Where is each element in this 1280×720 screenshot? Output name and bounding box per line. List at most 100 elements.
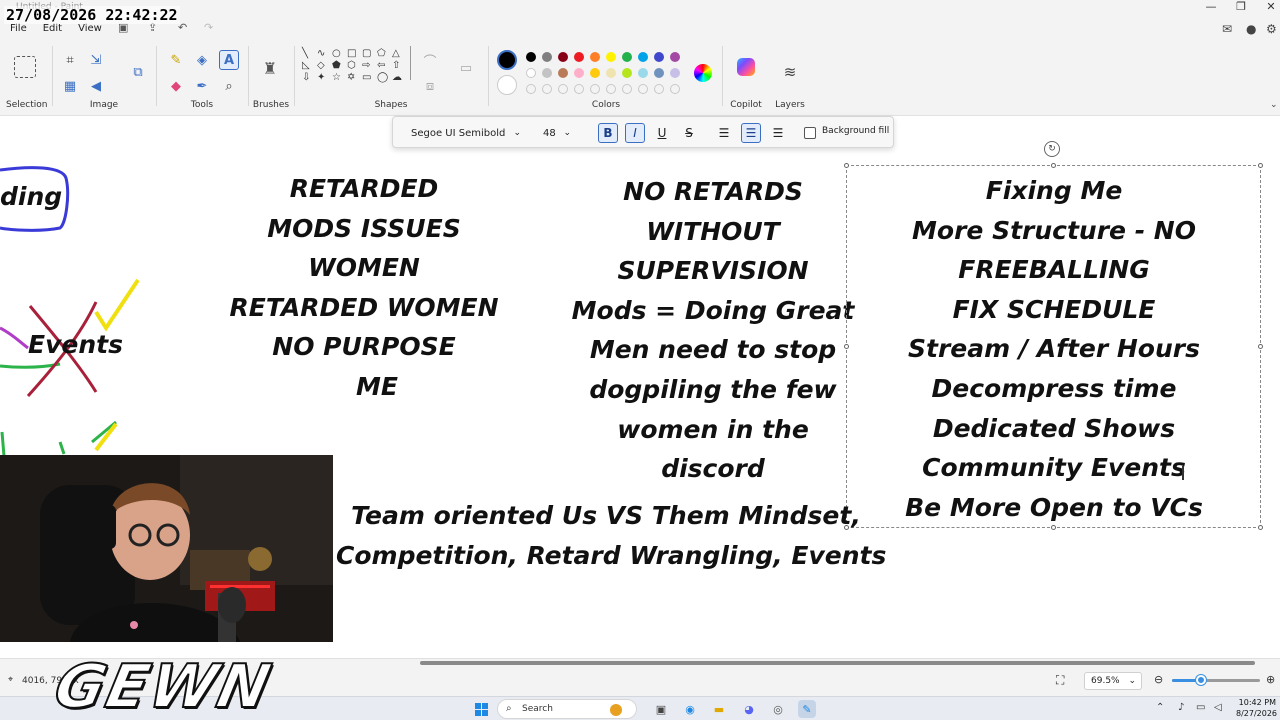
taskbar-date[interactable]: 8/27/2026 xyxy=(1236,709,1277,718)
custom-color-slot[interactable] xyxy=(574,84,584,94)
color-picker-icon[interactable]: ✒ xyxy=(192,76,212,96)
color-swatch[interactable] xyxy=(606,68,616,78)
arrow-down-shape-icon[interactable]: ⇩ xyxy=(302,72,317,83)
color-swatch[interactable] xyxy=(622,52,632,62)
file-explorer-icon[interactable]: ▬ xyxy=(710,700,728,718)
text-tool-icon[interactable]: A xyxy=(219,50,239,70)
taskbar-time[interactable]: 10:42 PM xyxy=(1236,698,1276,707)
cloud-shape-icon[interactable]: ☁ xyxy=(392,72,407,83)
microphone-icon[interactable]: ♪ xyxy=(1178,702,1184,713)
pentagon-shape-icon[interactable]: ⬟ xyxy=(332,60,347,71)
callout-oval-shape-icon[interactable]: ◯ xyxy=(377,72,392,83)
brush-icon[interactable]: ♜ xyxy=(260,58,280,78)
color-swatch[interactable] xyxy=(654,52,664,62)
color-swatch[interactable] xyxy=(638,68,648,78)
custom-color-slot[interactable] xyxy=(606,84,616,94)
custom-color-slot[interactable] xyxy=(590,84,600,94)
copilot-icon[interactable] xyxy=(737,58,755,76)
color-swatch[interactable] xyxy=(670,52,680,62)
color-swatch[interactable] xyxy=(558,68,568,78)
color-swatch[interactable] xyxy=(670,68,680,78)
line-shape-icon[interactable]: ╲ xyxy=(302,48,317,59)
callout-rect-shape-icon[interactable]: ▭ xyxy=(362,72,377,83)
paint-taskbar-icon[interactable]: ✎ xyxy=(798,700,816,718)
font-family-dropdown[interactable]: Segoe UI Semibold ⌄ xyxy=(403,123,527,143)
network-icon[interactable]: ▭ xyxy=(1196,702,1205,713)
remove-background-icon[interactable]: ▦ xyxy=(60,76,80,96)
custom-color-slot[interactable] xyxy=(654,84,664,94)
color-swatch[interactable] xyxy=(638,52,648,62)
text-column-fixes[interactable]: Fixing Me More Structure - NO FREEBALLIN… xyxy=(849,171,1259,527)
color-swatch[interactable] xyxy=(542,68,552,78)
color-swatch[interactable] xyxy=(574,52,584,62)
curve-shape-icon[interactable]: ∿ xyxy=(317,48,332,59)
close-icon[interactable]: ✕ xyxy=(1256,0,1280,13)
arrow-left-shape-icon[interactable]: ⇦ xyxy=(377,60,392,71)
redo-icon[interactable]: ↷ xyxy=(204,21,213,34)
resize-icon[interactable]: ⇲ xyxy=(86,50,106,70)
shape-style-icon[interactable]: ⧈ xyxy=(420,76,440,96)
shape-fill-icon[interactable]: ▭ xyxy=(456,58,476,78)
arrow-up-shape-icon[interactable]: ⇧ xyxy=(392,60,407,71)
custom-color-slot[interactable] xyxy=(670,84,680,94)
selection-rectangle-icon[interactable] xyxy=(14,56,36,78)
zoom-slider-thumb[interactable] xyxy=(1195,675,1206,685)
magnifier-icon[interactable]: ⌕ xyxy=(219,76,239,96)
diamond-shape-icon[interactable]: ◇ xyxy=(317,60,332,71)
resize-handle[interactable] xyxy=(1258,163,1263,168)
rotate-icon[interactable]: ◀ xyxy=(86,76,106,96)
align-right-icon[interactable]: ☰ xyxy=(768,123,788,143)
rotate-handle-icon[interactable]: ↻ xyxy=(1044,141,1060,157)
color-swatch[interactable] xyxy=(542,52,552,62)
hexagon-shape-icon[interactable]: ⬡ xyxy=(347,60,362,71)
eraser-icon[interactable]: ◆ xyxy=(166,76,186,96)
horizontal-scrollbar[interactable] xyxy=(420,661,1255,665)
image-select-icon[interactable]: ⧉ xyxy=(128,62,148,82)
font-size-dropdown[interactable]: 48 ⌄ xyxy=(535,123,577,143)
shapes-scroll-indicator[interactable] xyxy=(410,46,411,80)
minimize-icon[interactable]: — xyxy=(1196,0,1226,13)
custom-color-slot[interactable] xyxy=(638,84,648,94)
underline-button[interactable]: U xyxy=(652,123,672,143)
star4-shape-icon[interactable]: ✦ xyxy=(317,72,332,83)
layers-icon[interactable]: ≋ xyxy=(780,62,800,82)
account-icon[interactable]: ● xyxy=(1246,22,1256,36)
oval-shape-icon[interactable]: ○ xyxy=(332,48,347,59)
resize-handle[interactable] xyxy=(844,163,849,168)
crop-icon[interactable]: ⌗ xyxy=(60,50,80,70)
color-swatch[interactable] xyxy=(590,68,600,78)
polygon-shape-icon[interactable]: ⬠ xyxy=(377,48,392,59)
resize-handle[interactable] xyxy=(1051,163,1056,168)
obs-icon[interactable]: ◎ xyxy=(769,700,787,718)
color-swatch[interactable] xyxy=(606,52,616,62)
discord-icon[interactable]: ◕ xyxy=(740,700,758,718)
custom-color-slot[interactable] xyxy=(526,84,536,94)
secondary-color-swatch[interactable] xyxy=(497,75,517,95)
collapse-ribbon-icon[interactable]: ⌄ xyxy=(1270,100,1278,110)
color-swatch[interactable] xyxy=(526,52,536,62)
settings-icon[interactable]: ⚙ xyxy=(1266,22,1277,36)
tray-chevron-icon[interactable]: ⌃ xyxy=(1156,702,1164,713)
zoom-slider[interactable] xyxy=(1172,675,1260,685)
color-swatch[interactable] xyxy=(622,68,632,78)
custom-color-slot[interactable] xyxy=(622,84,632,94)
star6-shape-icon[interactable]: ✡ xyxy=(347,72,362,83)
zoom-in-icon[interactable]: ⊕ xyxy=(1266,673,1275,686)
color-swatch[interactable] xyxy=(558,52,568,62)
volume-icon[interactable]: ◁ xyxy=(1214,702,1222,713)
color-swatch[interactable] xyxy=(590,52,600,62)
primary-color-swatch[interactable] xyxy=(497,50,517,70)
zoom-dropdown[interactable]: 69.5% ⌄ xyxy=(1084,672,1142,690)
taskbar-search-box[interactable]: ⌕ Search xyxy=(497,699,637,719)
pencil-icon[interactable]: ✎ xyxy=(166,50,186,70)
rounded-rectangle-shape-icon[interactable]: ▢ xyxy=(362,48,377,59)
custom-color-slot[interactable] xyxy=(542,84,552,94)
start-icon[interactable] xyxy=(472,700,490,718)
chrome-icon[interactable]: ◉ xyxy=(681,700,699,718)
star5-shape-icon[interactable]: ☆ xyxy=(332,72,347,83)
align-left-icon[interactable]: ☰ xyxy=(714,123,734,143)
task-view-icon[interactable]: ▣ xyxy=(652,700,670,718)
maximize-icon[interactable]: ❐ xyxy=(1226,0,1256,13)
arrow-right-shape-icon[interactable]: ⇨ xyxy=(362,60,377,71)
shapes-gallery[interactable]: ╲ ∿ ○ □ ▢ ⬠ △ ◺ ◇ ⬟ ⬡ ⇨ ⇦ ⇧ ⇩ ✦ ☆ ✡ ▭ ◯ … xyxy=(302,48,410,83)
